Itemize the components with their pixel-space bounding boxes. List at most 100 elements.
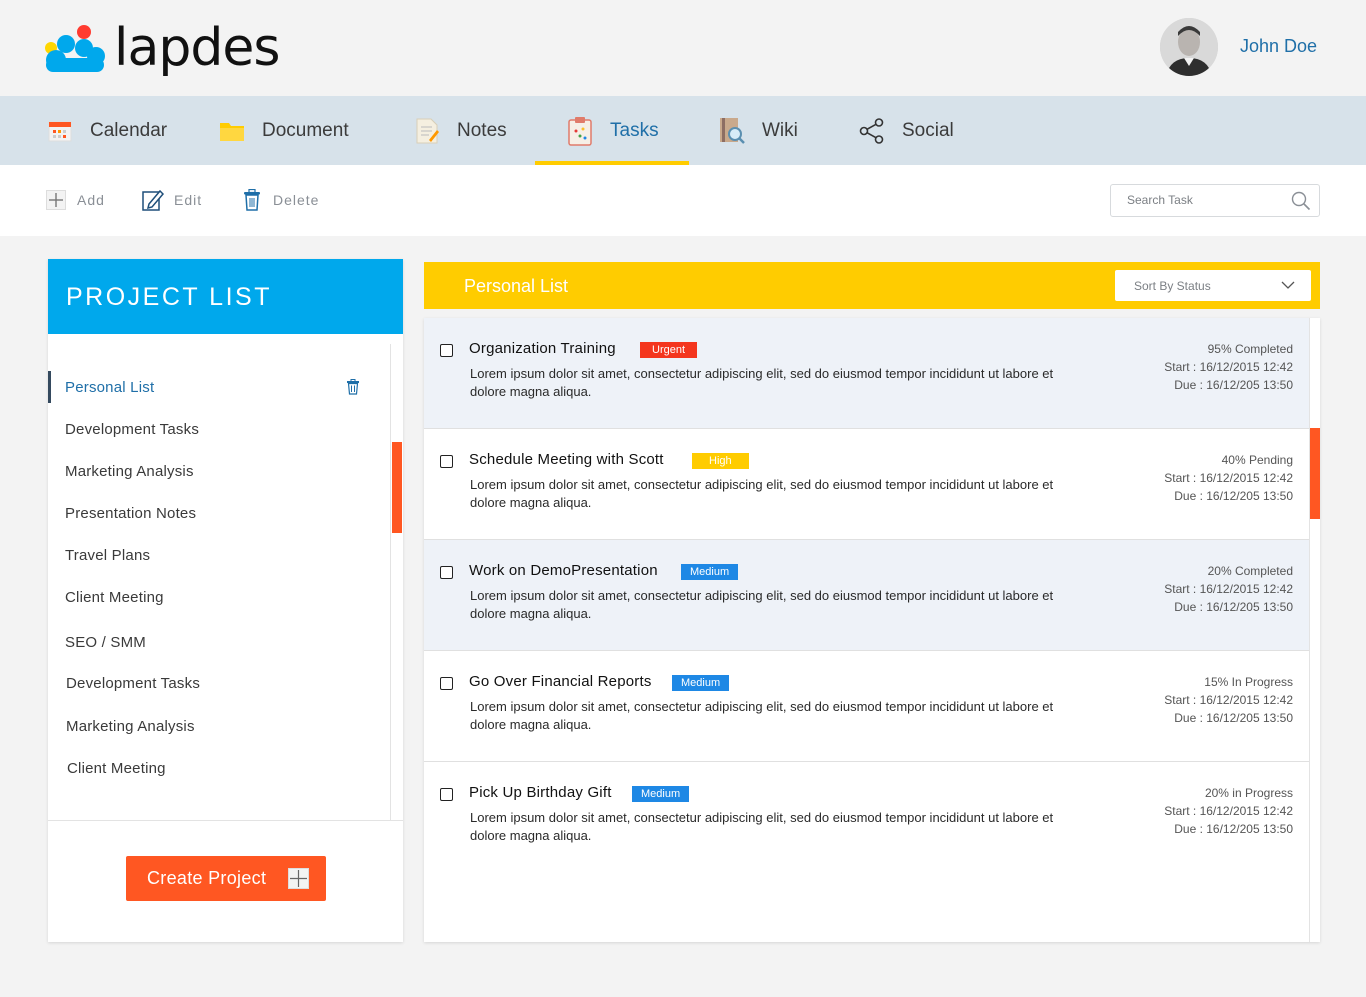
- logo-cloud-icon: [45, 25, 105, 72]
- folder-icon: [218, 117, 246, 145]
- project-item[interactable]: Development Tasks: [48, 665, 391, 701]
- edit-button[interactable]: Edit: [142, 189, 202, 211]
- project-item-label: Marketing Analysis: [66, 717, 195, 735]
- search-box[interactable]: [1110, 184, 1320, 217]
- task-checkbox[interactable]: [440, 455, 453, 468]
- nav-item-social[interactable]: Social: [858, 96, 954, 165]
- nav-label: Calendar: [90, 119, 168, 141]
- delete-button[interactable]: Delete: [241, 189, 319, 211]
- nav-label: Social: [902, 119, 954, 141]
- nav-label: Document: [262, 119, 349, 141]
- task-row[interactable]: Schedule Meeting with Scott High Lorem i…: [424, 429, 1309, 540]
- edit-label: Edit: [174, 192, 203, 208]
- project-item-label: Travel Plans: [65, 546, 151, 564]
- project-item[interactable]: Travel Plans: [48, 537, 391, 573]
- task-list-scrollbar[interactable]: [1310, 428, 1320, 519]
- project-list: Personal List Development Tasks Marketin…: [48, 344, 391, 820]
- nav-item-calendar[interactable]: Calendar: [46, 96, 167, 165]
- task-start: Start : 16/12/2015 12:42: [1164, 471, 1293, 485]
- task-due: Due : 16/12/205 13:50: [1174, 711, 1293, 725]
- task-description: Lorem ipsum dolor sit amet, consectetur …: [470, 810, 1054, 843]
- task-meta: 20% in Progress Start : 16/12/2015 12:42…: [1093, 784, 1293, 838]
- project-item[interactable]: Personal List: [48, 369, 391, 405]
- task-description: Lorem ipsum dolor sit amet, consectetur …: [470, 477, 1054, 510]
- nav-label: Wiki: [762, 119, 798, 141]
- book-search-icon: [718, 117, 746, 145]
- project-item[interactable]: Client Meeting: [48, 579, 391, 615]
- plus-icon: [288, 868, 309, 889]
- project-item[interactable]: Client Meeting: [48, 750, 391, 786]
- avatar[interactable]: [1160, 18, 1218, 76]
- task-title: Work on DemoPresentation: [469, 562, 658, 579]
- task-list-scroll-track[interactable]: [1309, 318, 1320, 942]
- task-due: Due : 16/12/205 13:50: [1174, 600, 1293, 614]
- project-item-label: Client Meeting: [67, 759, 166, 777]
- task-description: Lorem ipsum dolor sit amet, consectetur …: [470, 588, 1054, 621]
- project-item-label: Development Tasks: [66, 674, 201, 692]
- add-button[interactable]: Add: [45, 189, 105, 211]
- task-meta: 95% Completed Start : 16/12/2015 12:42 D…: [1093, 340, 1293, 394]
- task-status: 20% in Progress: [1204, 786, 1293, 800]
- pencil-icon: [142, 189, 164, 211]
- task-checkbox[interactable]: [440, 788, 453, 801]
- task-checkbox[interactable]: [440, 344, 453, 357]
- project-panel: PROJECT LIST Personal List Development T…: [48, 259, 403, 942]
- task-title: Schedule Meeting with Scott: [469, 451, 664, 468]
- user-name[interactable]: John Doe: [1240, 36, 1317, 57]
- task-title: Go Over Financial Reports: [469, 673, 652, 690]
- project-item-label: Client Meeting: [65, 588, 164, 606]
- project-item[interactable]: SEO / SMM: [48, 624, 391, 660]
- nav-label: Tasks: [610, 119, 659, 141]
- task-status: 95% Completed: [1207, 342, 1293, 356]
- project-item[interactable]: Presentation Notes: [48, 495, 391, 531]
- task-start: Start : 16/12/2015 12:42: [1164, 582, 1293, 596]
- task-row[interactable]: Pick Up Birthday Gift Medium Lorem ipsum…: [424, 762, 1309, 873]
- priority-badge: Medium: [632, 786, 690, 802]
- nav-item-tasks[interactable]: Tasks: [566, 96, 659, 165]
- priority-badge: Medium: [681, 564, 739, 580]
- task-row[interactable]: Work on DemoPresentation Medium Lorem ip…: [424, 540, 1309, 651]
- task-start: Start : 16/12/2015 12:42: [1164, 693, 1293, 707]
- sort-label: Sort By Status: [1134, 279, 1211, 293]
- task-title: Organization Training: [469, 340, 616, 357]
- task-meta: 20% Completed Start : 16/12/2015 12:42 D…: [1093, 562, 1293, 616]
- priority-badge: Medium: [672, 675, 730, 691]
- task-description: Lorem ipsum dolor sit amet, consectetur …: [470, 366, 1054, 399]
- task-status: 20% Completed: [1207, 564, 1293, 578]
- task-row[interactable]: Organization Training Urgent Lorem ipsum…: [424, 318, 1309, 429]
- search-input[interactable]: [1127, 193, 1287, 207]
- priority-badge: Urgent: [640, 342, 698, 358]
- create-project-button[interactable]: Create Project: [126, 856, 326, 901]
- search-icon[interactable]: [1291, 191, 1311, 211]
- project-list-title: PROJECT LIST: [66, 283, 272, 311]
- task-panel: Organization Training Urgent Lorem ipsum…: [424, 318, 1320, 942]
- sort-by-status-select[interactable]: Sort By Status: [1115, 270, 1311, 301]
- nav-item-document[interactable]: Document: [218, 96, 349, 165]
- project-item[interactable]: Marketing Analysis: [48, 708, 391, 744]
- nav-item-wiki[interactable]: Wiki: [718, 96, 798, 165]
- project-item[interactable]: Development Tasks: [48, 411, 391, 447]
- project-item[interactable]: Marketing Analysis: [48, 453, 391, 489]
- trash-icon[interactable]: [345, 379, 361, 395]
- task-meta: 40% Pending Start : 16/12/2015 12:42 Due…: [1093, 451, 1293, 505]
- project-item-label: Marketing Analysis: [65, 462, 194, 480]
- task-due: Due : 16/12/205 13:50: [1174, 489, 1293, 503]
- task-checkbox[interactable]: [440, 566, 453, 579]
- task-checkbox[interactable]: [440, 677, 453, 690]
- task-row[interactable]: Go Over Financial Reports Medium Lorem i…: [424, 651, 1309, 762]
- app-logo[interactable]: lapdes: [42, 18, 280, 78]
- task-meta: 15% In Progress Start : 16/12/2015 12:42…: [1093, 673, 1293, 727]
- task-start: Start : 16/12/2015 12:42: [1164, 360, 1293, 374]
- task-status: 40% Pending: [1221, 453, 1293, 467]
- add-label: Add: [77, 192, 105, 208]
- logo-text: lapdes: [114, 18, 280, 78]
- task-title: Pick Up Birthday Gift: [469, 784, 612, 801]
- task-list-header: Personal List Sort By Status: [424, 262, 1320, 309]
- task-start: Start : 16/12/2015 12:42: [1164, 804, 1293, 818]
- task-description: Lorem ipsum dolor sit amet, consectetur …: [470, 699, 1054, 732]
- project-item-label: SEO / SMM: [65, 633, 146, 651]
- trash-icon: [241, 189, 263, 211]
- project-list-scrollbar[interactable]: [392, 442, 402, 533]
- nav-item-notes[interactable]: Notes: [413, 96, 507, 165]
- task-list-title: Personal List: [464, 276, 569, 296]
